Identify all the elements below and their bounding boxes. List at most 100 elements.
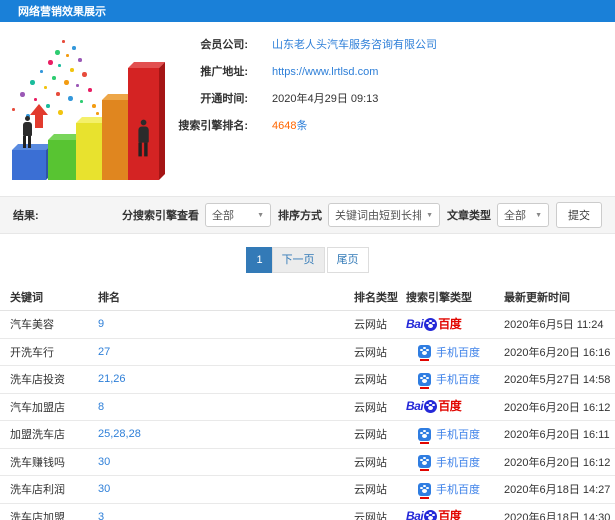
cell-rank[interactable]: 25,28,28	[98, 428, 141, 440]
filter-label: 文章类型	[447, 210, 491, 222]
chevron-down-icon: ▼	[257, 211, 264, 219]
cell-updated: 2020年6月20日 16:16	[504, 346, 611, 359]
cell-engine: 手机百度	[406, 371, 504, 389]
businessman-figure-left	[20, 116, 34, 148]
table-header-row: 关键词 排名 排名类型 搜索引擎类型 最新更新时间	[0, 283, 615, 311]
pagination-item[interactable]: 下一页	[271, 247, 325, 273]
member-field-suffix: 条	[296, 120, 308, 132]
filter-selected-value: 关键词由短到长排序	[335, 210, 422, 222]
baidu-logo: Baidu百度	[406, 399, 462, 414]
col-header-updated: 最新更新时间	[504, 291, 570, 304]
baidu-logo: Baidu百度	[406, 316, 462, 331]
member-field-value: 2020年4月29日 09:13	[272, 93, 379, 105]
member-field-label: 搜索引擎排名:	[178, 120, 248, 132]
cell-rank-type: 云网站	[354, 346, 387, 359]
baidu-paw-icon: du	[424, 510, 438, 520]
cell-engine: Baidu百度	[406, 510, 504, 520]
baidu-paw-icon: du	[424, 400, 438, 414]
cell-keyword: 洗车店加盟	[10, 511, 65, 520]
filter-label: 排序方式	[278, 210, 322, 222]
member-field-value: 4648	[272, 120, 297, 132]
cell-updated: 2020年6月5日 11:24	[504, 319, 604, 332]
submit-button[interactable]: 提交	[556, 202, 602, 228]
cell-engine: Baidu百度	[406, 316, 504, 331]
member-info-panel: 会员公司: 山东老人头汽车服务咨询有限公司 推广地址: https://www.lr…	[0, 22, 615, 196]
businessman-figure-right	[135, 119, 151, 157]
pagination-item[interactable]: 尾页	[326, 247, 369, 273]
cell-updated: 2020年6月20日 16:11	[504, 429, 610, 442]
filter-selected-value: 全部	[212, 210, 234, 222]
cell-rank-type: 云网站	[354, 484, 387, 497]
cell-keyword: 加盟洗车店	[10, 429, 65, 442]
cell-keyword: 洗车赚钱吗	[10, 456, 65, 469]
top-title-bar: 网络营销效果展示	[0, 0, 615, 22]
pagination: 1 下一页 尾页	[0, 247, 615, 273]
page: 网络营销效果展示 会员公司: 山东老人头汽车服务咨询有限公司 推广地址: https…	[0, 0, 615, 520]
member-field-label: 会员公司:	[200, 39, 248, 51]
cell-rank[interactable]: 30	[98, 483, 110, 495]
cell-rank-type: 云网站	[354, 319, 387, 332]
pagination-item[interactable]: 1	[246, 247, 273, 273]
cell-engine: 手机百度	[406, 454, 504, 472]
table-body: 汽车美容 9 云网站 Baidu百度 2020年6月5日 11:24 开洗车行 …	[0, 311, 615, 520]
cell-rank[interactable]: 30	[98, 456, 110, 468]
cell-keyword: 汽车加盟店	[10, 401, 65, 414]
bar-yellow	[76, 123, 103, 180]
member-field-label: 推广地址:	[200, 66, 248, 78]
mobile-baidu-paw-icon	[418, 455, 431, 472]
member-field-row: 会员公司: 山东老人头汽车服务咨询有限公司	[150, 32, 437, 58]
mobile-baidu-paw-icon	[418, 345, 431, 362]
cell-rank[interactable]: 9	[98, 318, 104, 330]
mobile-baidu-paw-icon	[418, 427, 431, 444]
cell-keyword: 洗车店投资	[10, 374, 65, 387]
member-field-value[interactable]: https://www.lrtlsd.com	[272, 66, 378, 78]
mobile-baidu-logo: 手机百度	[418, 371, 480, 389]
cell-updated: 2020年5月27日 14:58	[504, 374, 611, 387]
filter-controls: 分搜索引擎查看 全部 ▼ 排序方式 关键词由短到长排序 ▼ 文章类型 全部 ▼ …	[122, 202, 602, 228]
bar-orange	[102, 100, 129, 180]
cell-keyword: 汽车美容	[10, 319, 54, 332]
cell-rank[interactable]: 21,26	[98, 373, 126, 385]
cell-rank[interactable]: 8	[98, 401, 104, 413]
cell-rank-type: 云网站	[354, 456, 387, 469]
page-title: 网络营销效果展示	[18, 6, 106, 18]
results-label: 结果:	[13, 210, 39, 222]
filter-select[interactable]: 全部 ▼	[497, 203, 549, 227]
mobile-baidu-logo: 手机百度	[418, 454, 480, 472]
mobile-baidu-logo: 手机百度	[418, 481, 480, 499]
bar-blue	[12, 150, 46, 180]
member-field-row: 搜索引擎排名: 4648条	[150, 113, 437, 139]
member-field-value[interactable]: 山东老人头汽车服务咨询有限公司	[272, 39, 437, 51]
cell-updated: 2020年6月18日 14:27	[504, 484, 611, 497]
cell-updated: 2020年6月18日 14:30	[504, 511, 611, 520]
cell-engine: 手机百度	[406, 426, 504, 444]
cell-rank[interactable]: 27	[98, 346, 110, 358]
results-filter-bar: 结果: 分搜索引擎查看 全部 ▼ 排序方式 关键词由短到长排序 ▼ 文章类型 全…	[0, 196, 615, 234]
chevron-down-icon: ▼	[535, 211, 542, 219]
baidu-logo: Baidu百度	[406, 510, 462, 520]
cell-keyword: 开洗车行	[10, 346, 54, 359]
filter-group: 文章类型 全部 ▼	[447, 203, 549, 227]
filter-group: 分搜索引擎查看 全部 ▼	[122, 203, 271, 227]
cell-updated: 2020年6月20日 16:12	[504, 401, 611, 414]
filter-select[interactable]: 全部 ▼	[205, 203, 271, 227]
table-row: 洗车店投资 21,26 云网站 手机百度 2020年5月27日 14:58	[0, 366, 615, 394]
cell-rank[interactable]: 3	[98, 511, 104, 520]
cell-updated: 2020年6月20日 16:12	[504, 456, 611, 469]
cell-rank-type: 云网站	[354, 374, 387, 387]
col-header-engine-type: 搜索引擎类型	[406, 291, 472, 304]
filter-select[interactable]: 关键词由短到长排序 ▼	[328, 203, 440, 227]
mobile-baidu-logo: 手机百度	[418, 426, 480, 444]
member-fields: 会员公司: 山东老人头汽车服务咨询有限公司 推广地址: https://www.lr…	[150, 32, 437, 140]
cell-keyword: 洗车店利润	[10, 484, 65, 497]
chevron-down-icon: ▼	[426, 211, 433, 219]
filter-selected-value: 全部	[504, 210, 526, 222]
table-row: 加盟洗车店 25,28,28 云网站 手机百度 2020年6月20日 16:11	[0, 421, 615, 449]
mobile-baidu-logo: 手机百度	[418, 344, 480, 362]
cell-rank-type: 云网站	[354, 429, 387, 442]
table-row: 洗车赚钱吗 30 云网站 手机百度 2020年6月20日 16:12	[0, 449, 615, 476]
table-row: 开洗车行 27 云网站 手机百度 2020年6月20日 16:16	[0, 339, 615, 366]
col-header-keyword: 关键词	[10, 291, 43, 304]
baidu-paw-icon: du	[424, 317, 438, 331]
bar-green	[48, 140, 78, 180]
